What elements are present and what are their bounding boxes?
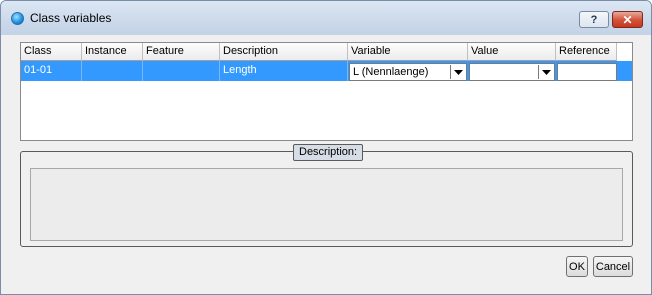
ok-button[interactable]: OK: [566, 256, 588, 277]
class-variables-dialog: Class variables ? ✕ Class Instance Featu…: [0, 0, 652, 295]
title-bar[interactable]: Class variables ? ✕: [1, 1, 651, 35]
column-header-class[interactable]: Class: [21, 43, 82, 61]
window-title: Class variables: [30, 11, 112, 25]
variable-dropdown[interactable]: L (Nennlaenge): [349, 63, 467, 81]
description-legend: Description:: [293, 144, 364, 161]
chevron-down-icon[interactable]: [450, 65, 465, 79]
value-dropdown[interactable]: [469, 63, 555, 81]
cell-feature[interactable]: [143, 61, 220, 81]
cell-instance[interactable]: [82, 61, 143, 81]
reference-field[interactable]: [557, 63, 617, 81]
description-group: Description:: [20, 144, 633, 247]
table-row[interactable]: 01-01 Length L (Nennlaenge): [21, 61, 632, 81]
variable-dropdown-value: L (Nennlaenge): [353, 66, 429, 78]
app-icon: [11, 12, 24, 25]
column-header-variable[interactable]: Variable: [348, 43, 468, 61]
cancel-button[interactable]: Cancel: [593, 256, 633, 277]
column-header-reference[interactable]: Reference: [556, 43, 617, 61]
help-button[interactable]: ?: [579, 11, 609, 28]
class-variables-table: Class Instance Feature Description Varia…: [20, 42, 633, 141]
column-header-value[interactable]: Value: [468, 43, 556, 61]
close-button[interactable]: ✕: [612, 11, 643, 28]
cell-class[interactable]: 01-01: [21, 61, 82, 81]
column-header-instance[interactable]: Instance: [82, 43, 143, 61]
chevron-down-icon[interactable]: [538, 65, 553, 79]
description-text-area[interactable]: [30, 168, 623, 241]
column-header-description[interactable]: Description: [220, 43, 348, 61]
column-header-feature[interactable]: Feature: [143, 43, 220, 61]
cell-description[interactable]: Length: [220, 61, 348, 81]
